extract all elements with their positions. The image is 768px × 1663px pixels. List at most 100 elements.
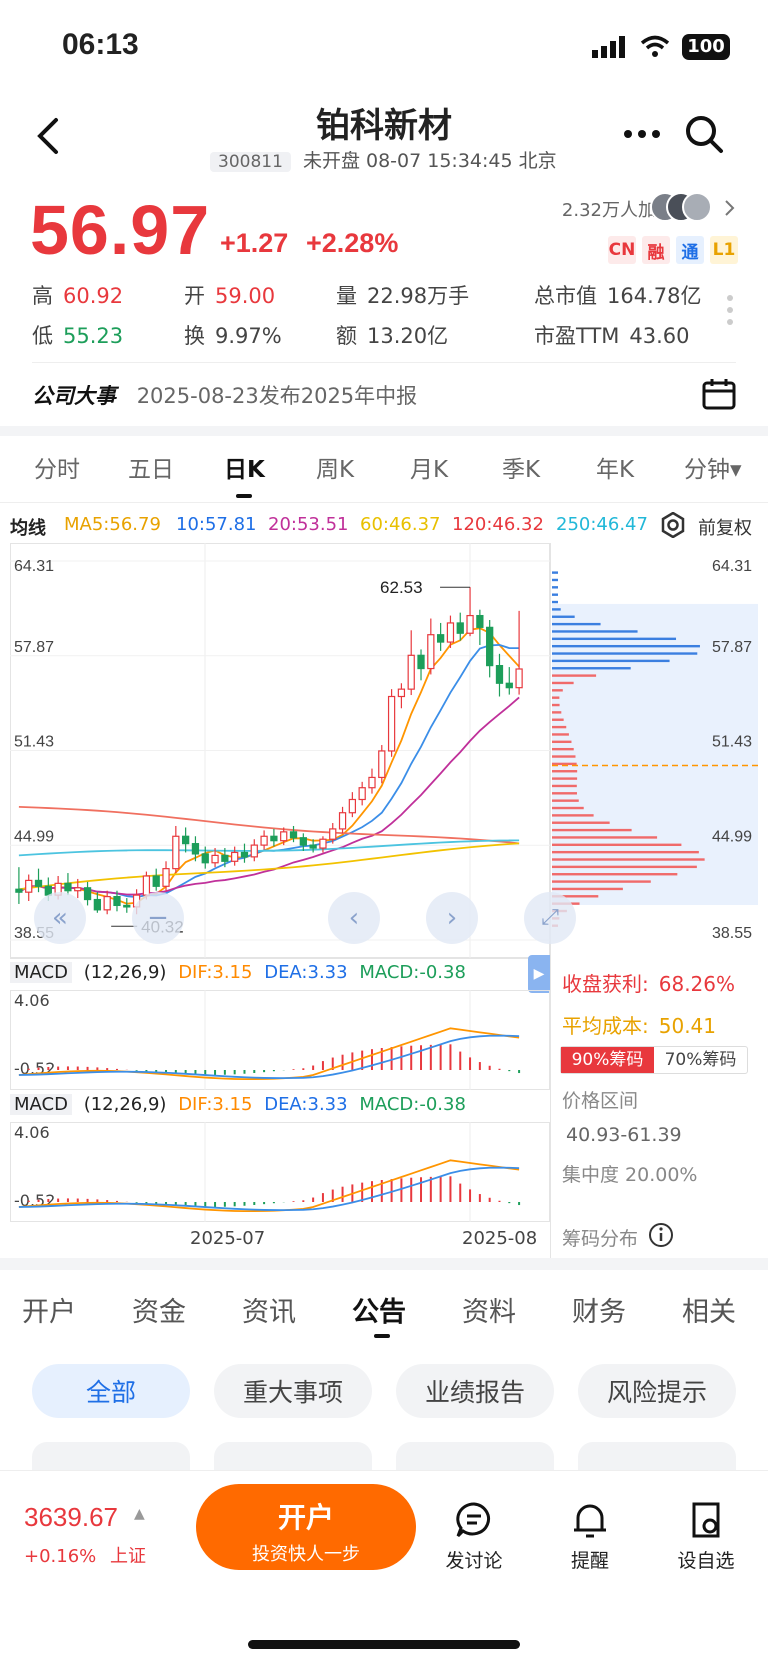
chip-profit-value: 68.26% — [658, 972, 736, 996]
candle-body — [162, 868, 170, 887]
discuss-button[interactable]: 发讨论 — [434, 1500, 514, 1573]
chip-bar — [552, 784, 577, 788]
add-watchlist-button[interactable]: 设自选 — [666, 1500, 746, 1573]
settings-icon[interactable] — [660, 512, 686, 538]
tab-funds[interactable]: 资金 — [132, 1290, 186, 1329]
tab-related[interactable]: 相关 — [682, 1290, 736, 1329]
tab-open-account[interactable]: 开户 — [22, 1290, 76, 1329]
macd-dea: DEA:3.33 — [264, 1094, 348, 1115]
section-separator — [0, 426, 768, 436]
filter-pill-partial — [214, 1442, 372, 1472]
tab-five-day[interactable]: 五日 — [128, 450, 174, 484]
tab-financials[interactable]: 财务 — [572, 1290, 626, 1329]
filter-risk[interactable]: 风险提示 — [578, 1364, 736, 1418]
chip-bar — [552, 608, 561, 611]
stat-high: 高 60.92 — [32, 280, 123, 310]
search-icon[interactable] — [684, 114, 724, 154]
chip-bar — [552, 689, 563, 692]
chip-bar — [552, 703, 560, 707]
candle-body — [250, 844, 258, 858]
chip-bar — [552, 615, 575, 618]
next-button[interactable]: › — [426, 892, 478, 944]
zoom-out-button[interactable]: − — [132, 892, 184, 944]
active-tab-indicator — [374, 1334, 390, 1338]
battery-icon: 100 — [682, 34, 730, 60]
macd-dif: DIF:3.15 — [178, 962, 253, 983]
prev-button[interactable]: ‹ — [328, 892, 380, 944]
macd-label[interactable]: MACD — [10, 962, 72, 983]
chart-nav: « − ‹ › ⤢ — [34, 892, 576, 944]
candle-body — [456, 622, 464, 634]
ma60: 60:46.37 — [360, 514, 441, 535]
open-account-button[interactable]: 开户 投资快人一步 — [196, 1484, 416, 1570]
more-icon[interactable] — [622, 128, 662, 140]
chip-cost-value: 50.41 — [658, 1014, 717, 1038]
remind-button[interactable]: 提醒 — [550, 1500, 630, 1573]
index-change-row: +0.16% 上证 — [24, 1542, 146, 1568]
open-account-subtitle: 投资快人一步 — [252, 1544, 360, 1565]
candle-body — [221, 854, 229, 862]
chip-bar — [552, 622, 601, 626]
tab-daily[interactable]: 日K — [224, 450, 265, 498]
tab-announcements[interactable]: 公告 — [352, 1290, 406, 1329]
stat-amount: 额 13.20亿 — [336, 320, 448, 350]
tab-news[interactable]: 资讯 — [242, 1290, 296, 1329]
wifi-icon — [640, 35, 670, 57]
candle-body — [505, 682, 513, 689]
stat-open-label: 开 — [184, 284, 205, 308]
adjust-mode[interactable]: 前复权 — [698, 514, 752, 540]
tab-monthly[interactable]: 月K — [410, 450, 448, 484]
candle-body — [64, 882, 72, 892]
tab-quarterly[interactable]: 季K — [502, 450, 540, 484]
stat-turnover-label: 换 — [184, 324, 205, 348]
macd-y-top: 4.06 — [14, 991, 50, 1010]
tab-minute[interactable]: 分钟▾ — [684, 450, 742, 484]
event-label: 公司大事 — [32, 384, 116, 408]
macd-label[interactable]: MACD — [10, 1094, 72, 1115]
y-tick-label: 57.87 — [712, 639, 752, 656]
ma250: 250:46.47 — [556, 514, 648, 535]
candle-body — [495, 665, 504, 684]
company-event[interactable]: 公司大事 2025-08-23发布2025年中报 — [32, 380, 417, 410]
tab-intraday[interactable]: 分时 — [34, 450, 80, 484]
filter-pill-partial — [578, 1442, 736, 1472]
expand-panel-button[interactable]: ▶ — [528, 955, 550, 993]
rewind-button[interactable]: « — [34, 892, 86, 944]
chip-distribution-chart: 64.31 57.87 51.43 44.99 38.55 — [552, 558, 758, 942]
stat-mktcap: 总市值 164.78亿 — [534, 280, 701, 310]
chip-bar — [552, 828, 632, 832]
price-change: +1.27 — [220, 228, 289, 258]
candle-body — [515, 668, 523, 689]
badge-l1: L1 — [710, 236, 738, 264]
stat-volume-value: 22.98万手 — [367, 284, 470, 308]
filter-earnings[interactable]: 业绩报告 — [396, 1364, 554, 1418]
candle-body — [486, 626, 494, 667]
more-vertical-icon[interactable] — [726, 294, 734, 326]
index-value[interactable]: 3639.67 — [24, 1502, 118, 1533]
watchlist-icon — [692, 1502, 720, 1538]
candle-body — [280, 831, 288, 842]
chip-70-tab[interactable]: 70%筹码 — [654, 1047, 747, 1073]
stat-low-label: 低 — [32, 324, 53, 348]
filter-major-events[interactable]: 重大事项 — [214, 1364, 372, 1418]
tab-profile[interactable]: 资料 — [462, 1290, 516, 1329]
signal-icon — [592, 36, 625, 58]
dea-line — [18, 1034, 520, 1079]
candle-body — [427, 634, 435, 670]
tab-yearly[interactable]: 年K — [596, 450, 634, 484]
tab-weekly[interactable]: 周K — [316, 450, 354, 484]
chevron-right-icon[interactable] — [724, 199, 736, 217]
filter-all[interactable]: 全部 — [32, 1364, 190, 1418]
chip-bar — [552, 755, 576, 758]
chip-bar — [552, 770, 578, 773]
info-icon[interactable] — [648, 1222, 674, 1248]
fullscreen-button[interactable]: ⤢ — [524, 892, 576, 944]
candle-body — [417, 654, 425, 670]
chip-90-tab[interactable]: 90%筹码 — [561, 1047, 654, 1073]
macd-dif: DIF:3.15 — [178, 1094, 253, 1115]
candle-body — [436, 634, 445, 643]
calendar-icon[interactable] — [702, 378, 736, 410]
filter-pill-partial — [32, 1442, 190, 1472]
candle-body — [407, 654, 415, 690]
chip-bar — [552, 711, 562, 714]
